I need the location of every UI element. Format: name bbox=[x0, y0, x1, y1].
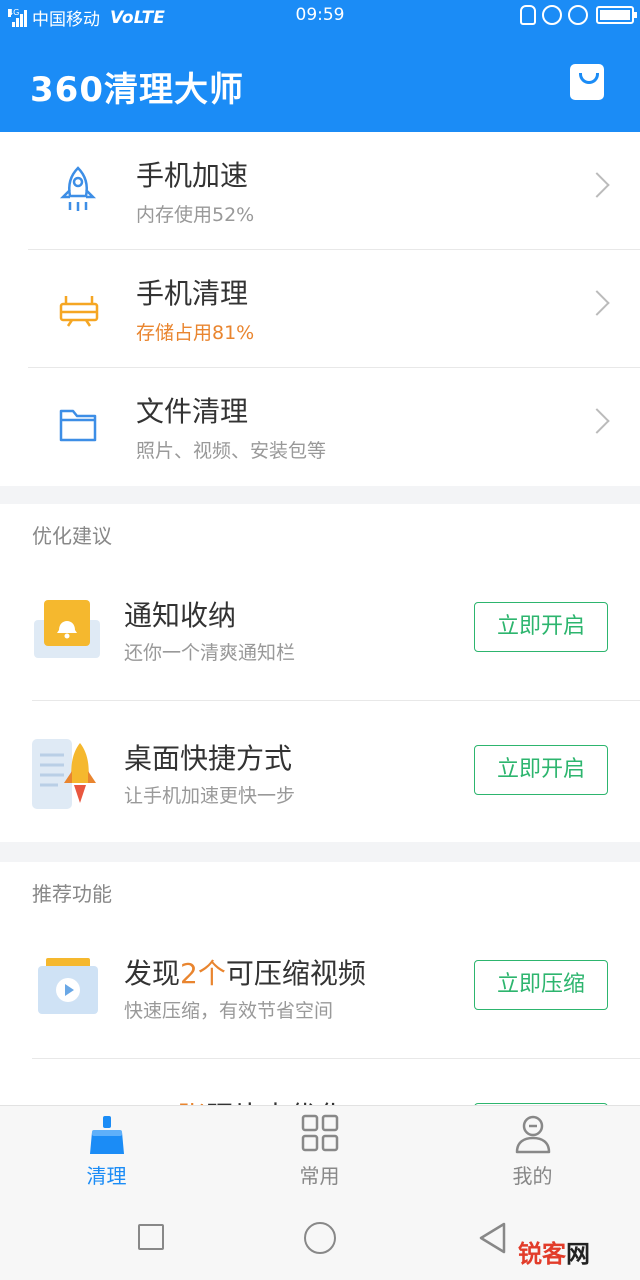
nav-tab-mine[interactable]: 我的 bbox=[426, 1106, 639, 1201]
rocket-icon bbox=[59, 166, 97, 211]
item-subtitle: 还你一个清爽通知栏 bbox=[124, 642, 296, 664]
home-icon[interactable] bbox=[304, 1222, 336, 1254]
tool-subtitle: 照片、视频、安装包等 bbox=[136, 440, 327, 462]
nav-label: 清理 bbox=[86, 1164, 127, 1188]
app-title: 360清理大师 bbox=[30, 70, 244, 110]
item-subtitle: 让手机加速更快一步 bbox=[124, 785, 296, 807]
tools-card: 手机加速 内存使用52% 手机清理 存储占用81% 文件清理 照片、视频、安装包… bbox=[0, 132, 640, 486]
watermark-part1: 锐客 bbox=[518, 1240, 566, 1268]
alarm-icon bbox=[568, 5, 588, 25]
app-bar: 360清理大师 bbox=[0, 32, 640, 132]
nav-label: 常用 bbox=[299, 1164, 340, 1188]
notification-bell-icon bbox=[34, 600, 100, 658]
title-pre: 发现 bbox=[124, 957, 181, 990]
optimize-item-notification[interactable]: 通知收纳 还你一个清爽通知栏 立即开启 bbox=[0, 558, 640, 700]
nav-label: 我的 bbox=[512, 1164, 553, 1188]
watermark-part2: 网 bbox=[566, 1240, 590, 1268]
recent-apps-icon[interactable] bbox=[138, 1224, 164, 1250]
tool-subtitle: 存储占用81% bbox=[136, 322, 255, 344]
video-compress-icon bbox=[38, 958, 98, 1014]
status-bar: 4G 中国移动 VoLTE 09:59 bbox=[0, 0, 640, 32]
optimize-item-shortcut[interactable]: 桌面快捷方式 让手机加速更快一步 立即开启 bbox=[0, 701, 640, 843]
shopping-bag-icon[interactable] bbox=[570, 64, 604, 100]
status-right bbox=[514, 5, 637, 25]
enable-button[interactable]: 立即开启 bbox=[474, 602, 608, 652]
broom-nav-icon bbox=[90, 1116, 124, 1154]
chevron-right-icon bbox=[584, 172, 610, 198]
item-title: 通知收纳 bbox=[124, 599, 237, 632]
section-heading: 推荐功能 bbox=[32, 882, 112, 906]
folder-icon bbox=[59, 409, 97, 442]
nav-tab-clean[interactable]: 清理 bbox=[0, 1106, 213, 1201]
nav-tab-common[interactable]: 常用 bbox=[213, 1106, 426, 1201]
recommend-item-video[interactable]: 发现2个可压缩视频 快速压缩，有效节省空间 立即压缩 bbox=[0, 916, 640, 1058]
tool-row-files[interactable]: 文件清理 照片、视频、安装包等 bbox=[0, 368, 640, 486]
battery-level bbox=[600, 10, 630, 20]
rocket-shortcut-icon bbox=[32, 739, 96, 809]
optimize-section: 优化建议 通知收纳 还你一个清爽通知栏 立即开启 桌面快捷方式 让手机加速更快一… bbox=[0, 504, 640, 842]
section-heading: 优化建议 bbox=[32, 524, 112, 548]
back-icon[interactable] bbox=[478, 1222, 506, 1254]
title-highlight: 2个 bbox=[180, 957, 226, 990]
grid-icon bbox=[301, 1114, 339, 1152]
item-subtitle: 快速压缩，有效节省空间 bbox=[124, 1000, 334, 1022]
item-title: 桌面快捷方式 bbox=[124, 742, 293, 775]
tool-title: 手机加速 bbox=[136, 159, 249, 192]
recommend-section: 推荐功能 发现2个可压缩视频 快速压缩，有效节省空间 立即压缩 407张照片未优… bbox=[0, 862, 640, 1122]
watermark-logo: 锐客网 bbox=[518, 1234, 590, 1269]
compress-button[interactable]: 立即压缩 bbox=[474, 960, 608, 1010]
user-icon bbox=[515, 1115, 551, 1154]
tool-row-clean[interactable]: 手机清理 存储占用81% bbox=[0, 250, 640, 368]
bottom-nav: 清理 常用 我的 bbox=[0, 1105, 640, 1200]
tool-subtitle: 内存使用52% bbox=[136, 204, 255, 226]
broom-icon bbox=[59, 296, 99, 327]
battery-icon bbox=[596, 6, 637, 24]
lock-rotation-icon bbox=[542, 5, 562, 25]
item-title: 发现2个可压缩视频 bbox=[124, 952, 366, 992]
vibrate-icon bbox=[520, 5, 536, 25]
title-post: 可压缩视频 bbox=[225, 957, 366, 990]
tool-title: 文件清理 bbox=[136, 395, 249, 428]
enable-button[interactable]: 立即开启 bbox=[474, 745, 608, 795]
tool-row-speedup[interactable]: 手机加速 内存使用52% bbox=[0, 132, 640, 250]
tool-title: 手机清理 bbox=[136, 277, 249, 310]
chevron-right-icon bbox=[584, 408, 610, 434]
chevron-right-icon bbox=[584, 290, 610, 316]
